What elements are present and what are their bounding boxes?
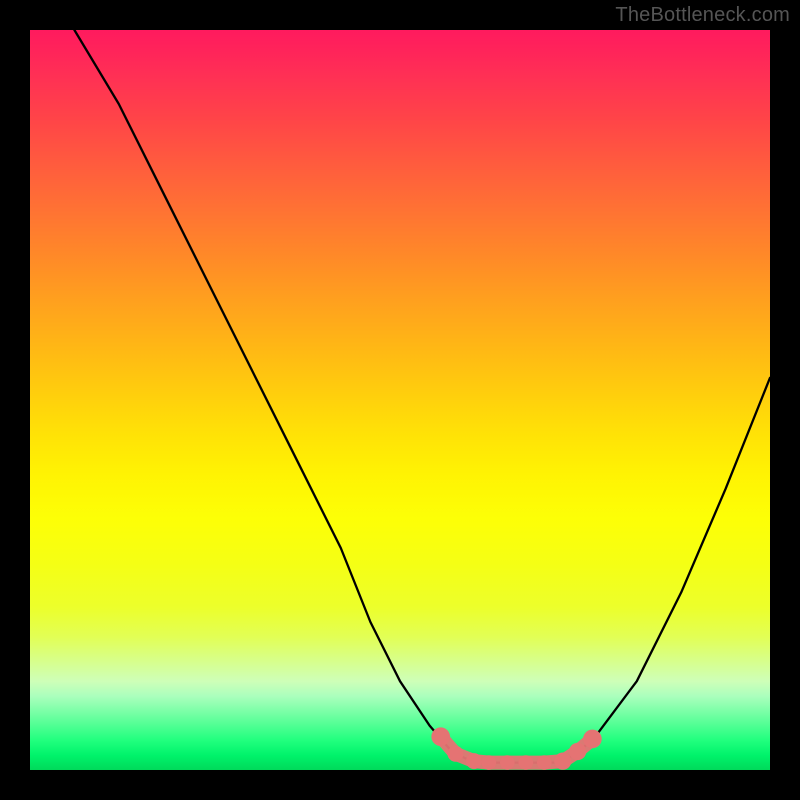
marker-dot: [554, 752, 571, 769]
v-curve: [74, 30, 770, 763]
watermark-text: TheBottleneck.com: [615, 4, 790, 27]
marker-dot: [583, 730, 602, 749]
marker-dot: [500, 755, 515, 770]
bottleneck-curve: [30, 30, 770, 770]
marker-dot: [431, 727, 450, 746]
plot-area: [30, 30, 770, 770]
marker-dot: [448, 746, 464, 762]
marker-dot: [537, 755, 552, 770]
marker-dot: [466, 753, 482, 769]
chart-frame: TheBottleneck.com: [0, 0, 800, 800]
marker-dot: [518, 755, 533, 770]
marker-dot: [569, 743, 586, 760]
marker-dot: [481, 755, 496, 770]
